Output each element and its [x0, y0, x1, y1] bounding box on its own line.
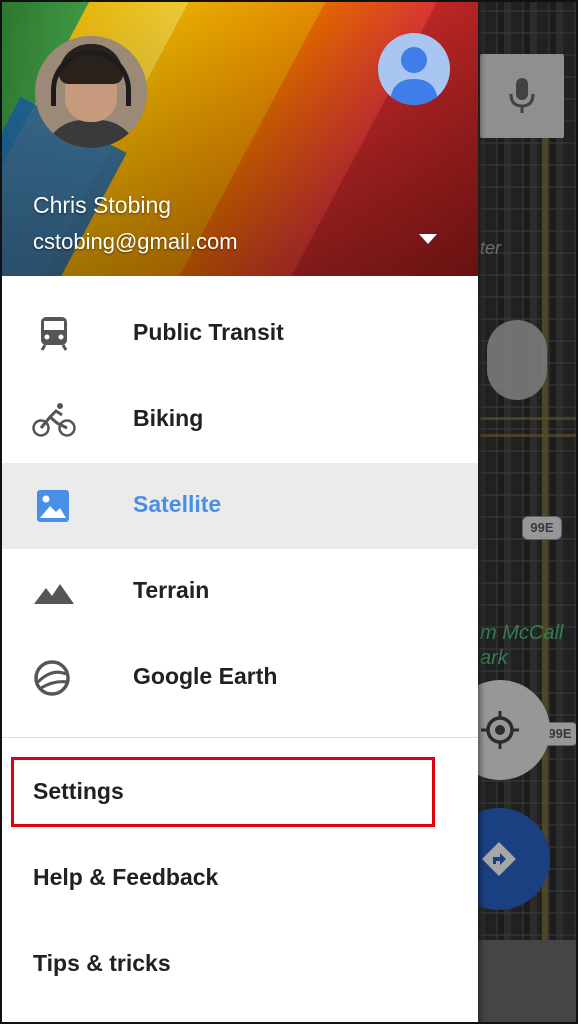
menu-item-label: Public Transit: [133, 319, 284, 345]
menu-item-label: Tips & tricks: [33, 950, 171, 976]
globe-icon: [34, 660, 70, 696]
account-header: Chris Stobing cstobing@gmail.com: [2, 2, 478, 276]
menu-item-biking[interactable]: Biking: [2, 377, 478, 463]
account-email: cstobing@gmail.com: [33, 229, 238, 254]
account-switcher-button[interactable]: [414, 228, 442, 250]
menu-item-help-feedback[interactable]: Help & Feedback: [2, 838, 478, 924]
bike-icon: [32, 403, 76, 437]
account-name: Chris Stobing: [33, 192, 172, 218]
menu-item-satellite[interactable]: Satellite: [2, 463, 478, 549]
settings-highlight-annotation: [11, 757, 435, 827]
menu-item-tips-tricks[interactable]: Tips & tricks: [2, 924, 478, 1010]
screen-frame: ter m McCall ark 99E 99E Chris Stobing c…: [0, 0, 578, 1024]
menu-item-label: Terrain: [133, 577, 210, 603]
menu-item-label: Google Earth: [133, 663, 278, 689]
menu-item-label: Satellite: [133, 491, 222, 517]
train-icon: [40, 317, 68, 351]
menu-item-label: Help & Feedback: [33, 864, 219, 890]
menu-item-label: Biking: [133, 405, 204, 431]
menu-item-google-earth[interactable]: Google Earth: [2, 635, 478, 721]
person-icon: [390, 47, 438, 105]
secondary-account-avatar[interactable]: [378, 33, 450, 105]
menu-item-terrain[interactable]: Terrain: [2, 549, 478, 635]
menu-divider: [2, 737, 478, 738]
avatar[interactable]: [35, 36, 147, 148]
satellite-image-icon: [37, 490, 69, 522]
mountain-icon: [34, 584, 74, 604]
caret-down-icon: [419, 234, 437, 244]
navigation-drawer: Chris Stobing cstobing@gmail.com Public …: [2, 2, 478, 1022]
menu-item-public-transit[interactable]: Public Transit: [2, 291, 478, 377]
